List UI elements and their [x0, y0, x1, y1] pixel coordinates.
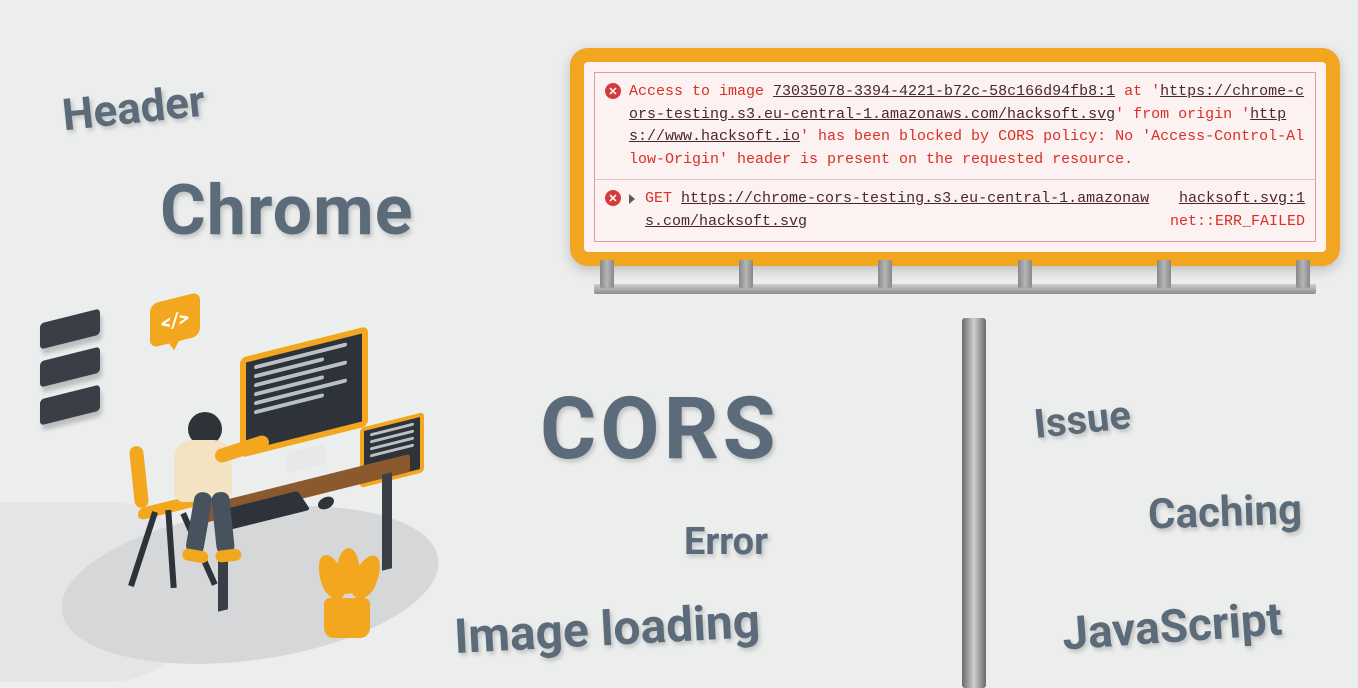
billboard-crossbar	[594, 284, 1316, 294]
error2-method: GET	[645, 190, 672, 207]
console-error-text-2: GET https://chrome-cors-testing.s3.eu-ce…	[645, 188, 1164, 233]
server-block	[40, 385, 100, 426]
tag-word-javascript: JavaScript	[1060, 592, 1284, 661]
console-error-source: hacksoft.svg:1 net::ERR_FAILED	[1170, 188, 1305, 233]
billboard-support	[1296, 260, 1310, 288]
developer-illustration: </>	[40, 300, 480, 670]
tag-word-cors: CORS	[540, 378, 780, 479]
error2-url: https://chrome-cors-testing.s3.eu-centra…	[645, 190, 1149, 230]
billboard-support	[739, 260, 753, 288]
billboard: ✕ Access to image 73035078-3394-4221-b72…	[570, 48, 1340, 294]
tag-word-chrome: Chrome	[160, 170, 414, 252]
console-error-get: ✕ GET https://chrome-cors-testing.s3.eu-…	[595, 180, 1315, 241]
error2-source-file: hacksoft.svg:1	[1179, 190, 1305, 207]
billboard-support	[600, 260, 614, 288]
person-shoe	[181, 548, 209, 564]
tag-word-issue: Issue	[1032, 391, 1133, 448]
monitor-stand	[286, 443, 326, 473]
expand-caret-icon[interactable]	[629, 194, 635, 204]
person-legs	[186, 492, 246, 562]
console-panel: ✕ Access to image 73035078-3394-4221-b72…	[594, 72, 1316, 242]
person-leg	[185, 491, 213, 555]
error1-image-ref: 73035078-3394-4221-b72c-58c166d94fb8:1	[773, 83, 1115, 100]
person-shoe	[215, 548, 242, 563]
server-blocks	[40, 316, 100, 430]
tag-word-error: Error	[684, 520, 768, 564]
plant-pot	[324, 598, 370, 638]
error-icon: ✕	[605, 83, 621, 99]
error1-prefix: Access to image	[629, 83, 773, 100]
server-block	[40, 309, 100, 350]
billboard-frame: ✕ Access to image 73035078-3394-4221-b72…	[570, 48, 1340, 266]
billboard-pole	[962, 318, 986, 688]
billboard-support	[1018, 260, 1032, 288]
console-error-text-1: Access to image 73035078-3394-4221-b72c-…	[629, 81, 1305, 171]
console-error-cors: ✕ Access to image 73035078-3394-4221-b72…	[595, 73, 1315, 180]
tag-word-imageloading: Image loading	[453, 592, 762, 665]
error-icon: ✕	[605, 190, 621, 206]
person	[152, 412, 210, 502]
person-leg	[211, 491, 235, 555]
tag-word-caching: Caching	[1147, 485, 1303, 539]
error1-mid2: ' from origin '	[1115, 106, 1250, 123]
chair-back	[129, 445, 149, 508]
billboard-support	[878, 260, 892, 288]
billboard-support	[1157, 260, 1171, 288]
error1-mid1: at '	[1115, 83, 1160, 100]
code-bubble-icon: </>	[150, 292, 200, 348]
server-block	[40, 347, 100, 388]
tag-word-header: Header	[60, 75, 208, 142]
error2-net-error: net::ERR_FAILED	[1170, 213, 1305, 230]
